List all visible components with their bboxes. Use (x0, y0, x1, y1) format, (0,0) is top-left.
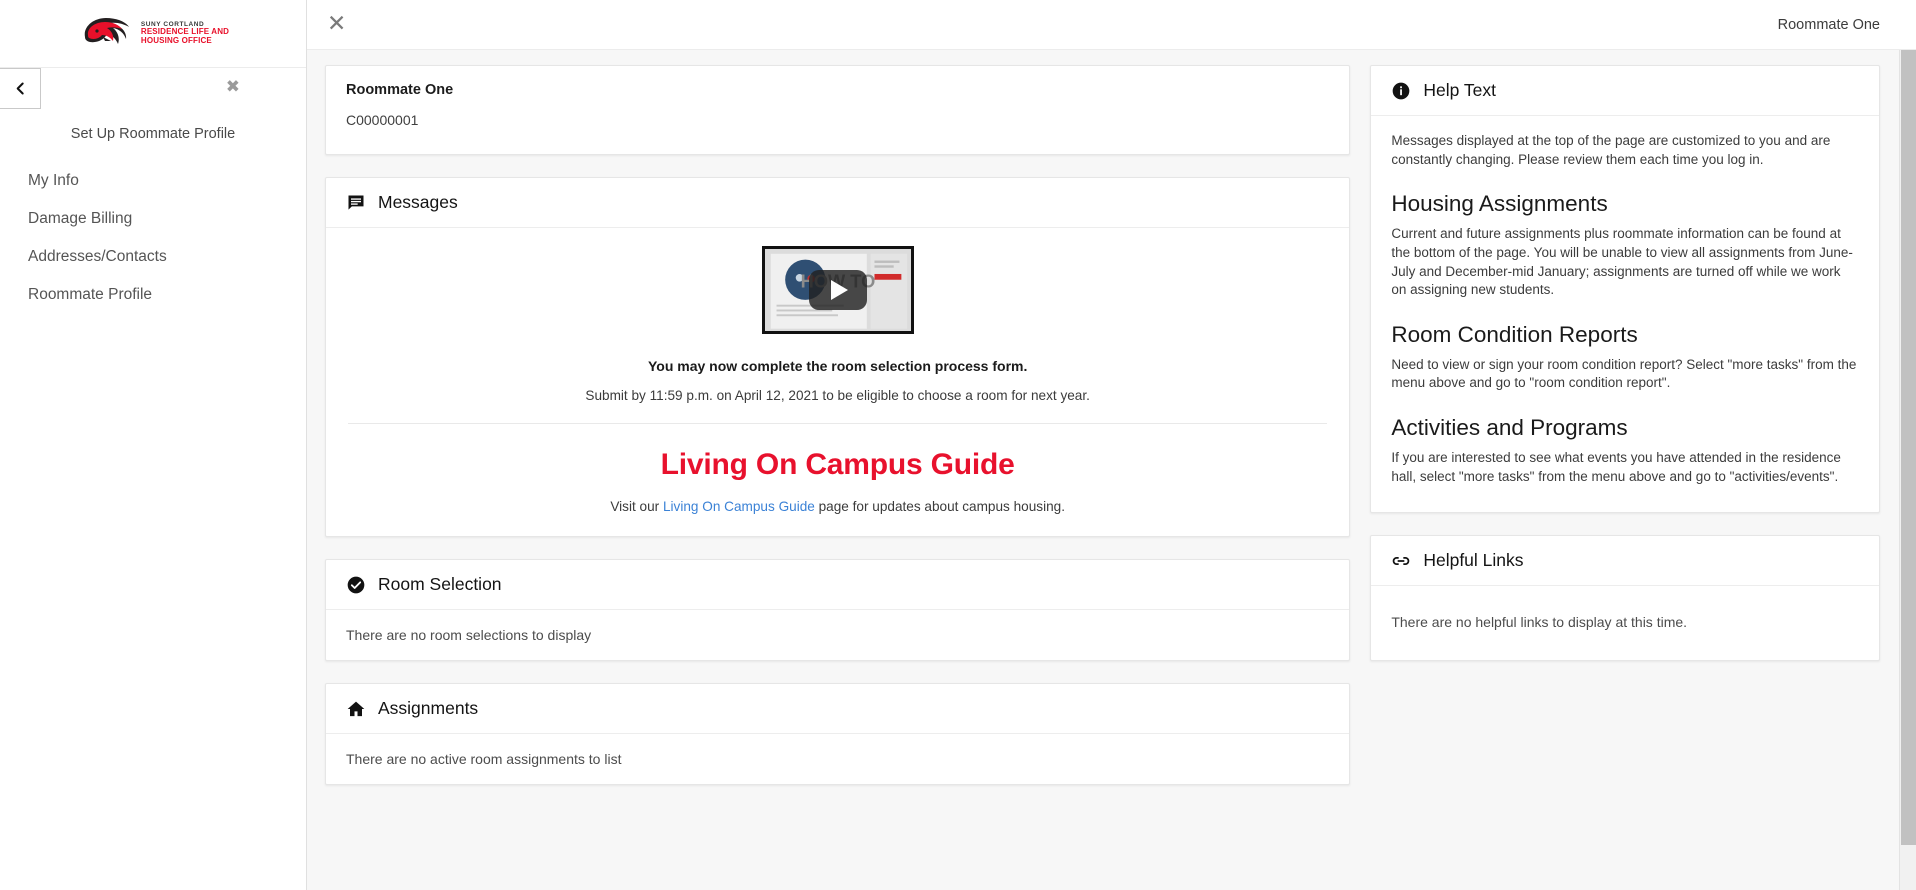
messages-card-body: HOW TO You may now complete the room sel… (326, 228, 1349, 536)
help-section-heading: Activities and Programs (1391, 415, 1628, 440)
guide-text-after: page for updates about campus housing. (814, 499, 1065, 514)
sidebar-item-label: Roommate Profile (28, 286, 153, 303)
room-selection-card-title: Room Selection (378, 574, 502, 594)
message-divider (348, 423, 1328, 424)
living-on-campus-guide-link[interactable]: Living On Campus Guide (663, 499, 815, 514)
guide-title: Living On Campus Guide (660, 448, 1015, 481)
assignments-empty-message: There are no active room assignments to … (346, 751, 622, 767)
primary-column: Roommate One C00000001 Messages You may … (325, 65, 1351, 890)
secondary-column: Help Text Messages displayed at the top … (1370, 65, 1880, 890)
message-headline: You may now complete the room selection … (647, 358, 1028, 374)
chevron-left-icon (16, 82, 24, 95)
room-selection-card-header: Room Selection (326, 560, 1350, 610)
help-section-heading: Housing Assignments (1391, 191, 1608, 217)
help-text-card-body: Messages displayed at the top of the pag… (1371, 116, 1879, 512)
vertical-scrollbar[interactable] (1899, 50, 1916, 890)
help-section-heading: Room Condition Reports (1391, 321, 1638, 347)
profile-name: Roommate One (346, 82, 454, 98)
app-root: SUNY CORTLAND RESIDENCE LIFE AND HOUSING… (0, 0, 1916, 890)
left-sidebar: SUNY CORTLAND RESIDENCE LIFE AND HOUSING… (0, 0, 307, 890)
help-text-card-header: Help Text (1371, 66, 1879, 116)
room-selection-empty-message: There are no room selections to display (346, 627, 592, 643)
helpful-links-card-header: Helpful Links (1371, 536, 1879, 587)
help-text-card: Help Text Messages displayed at the top … (1370, 65, 1880, 514)
guide-text-before: Visit our (610, 499, 663, 514)
sidebar-nav-list: My Info Damage Billing Addresses/Contact… (0, 162, 306, 314)
main-area: ✕ Roommate One Roommate One C00000001 Me… (307, 0, 1916, 890)
play-button-icon[interactable] (808, 270, 867, 310)
messages-card: Messages You may now complete the room s… (325, 177, 1351, 537)
help-section-body: Need to view or sign your room condition… (1391, 356, 1857, 391)
back-button[interactable] (0, 68, 41, 109)
sidebar-close-button[interactable]: ✖ (226, 79, 240, 96)
profile-card: Roommate One C00000001 (325, 65, 1351, 155)
scrollbar-thumb[interactable] (1901, 50, 1916, 845)
sidebar-item-addresses-contacts[interactable]: Addresses/Contacts (0, 238, 306, 276)
messages-card-header: Messages (326, 178, 1350, 228)
sidebar-item-label: Damage Billing (28, 210, 133, 227)
current-user-label: Roommate One (1777, 16, 1880, 33)
home-icon (346, 699, 366, 719)
logo-line-3: HOUSING OFFICE (140, 36, 212, 46)
help-section-body: Current and future assignments plus room… (1391, 226, 1853, 298)
message-icon (346, 193, 366, 213)
dragon-logo-icon (84, 17, 129, 44)
messages-card-title: Messages (378, 192, 458, 212)
sidebar-item-roommate-profile[interactable]: Roommate Profile (0, 276, 306, 314)
guide-subtext: Visit our Living On Campus Guide page fo… (348, 499, 1327, 514)
sidebar-item-my-info[interactable]: My Info (0, 162, 306, 200)
topbar-close-button[interactable]: ✕ (327, 13, 346, 36)
assignments-card-header: Assignments (326, 684, 1350, 734)
top-bar: ✕ Roommate One (307, 0, 1916, 50)
sidebar-item-damage-billing[interactable]: Damage Billing (0, 200, 306, 238)
content-columns: Roommate One C00000001 Messages You may … (307, 50, 1916, 890)
site-logo: SUNY CORTLAND RESIDENCE LIFE AND HOUSING… (0, 0, 306, 68)
sidebar-title: Set Up Roommate Profile (70, 126, 236, 142)
helpful-links-card: Helpful Links There are no helpful links… (1370, 535, 1880, 662)
helpful-links-card-title: Helpful Links (1423, 550, 1524, 571)
check-circle-icon (346, 575, 366, 595)
assignments-card-title: Assignments (378, 698, 479, 718)
sidebar-item-label: My Info (28, 172, 79, 189)
profile-id: C00000001 (346, 112, 419, 128)
video-thumbnail[interactable]: HOW TO (761, 246, 914, 334)
info-icon (1391, 81, 1411, 101)
room-selection-card: Room Selection There are no room selecti… (325, 559, 1351, 661)
help-section-body: If you are interested to see what events… (1391, 450, 1841, 484)
sidebar-item-label: Addresses/Contacts (28, 248, 167, 265)
message-subline: Submit by 11:59 p.m. on April 12, 2021 t… (585, 388, 1090, 403)
help-text-lead: Messages displayed at the top of the pag… (1391, 133, 1831, 167)
helpful-links-empty-message: There are no helpful links to display at… (1391, 614, 1688, 631)
help-text-card-title: Help Text (1423, 80, 1496, 100)
link-icon (1391, 551, 1411, 571)
assignments-card: Assignments There are no active room ass… (325, 683, 1351, 785)
sidebar-nav-controls: ✖ (0, 68, 306, 112)
